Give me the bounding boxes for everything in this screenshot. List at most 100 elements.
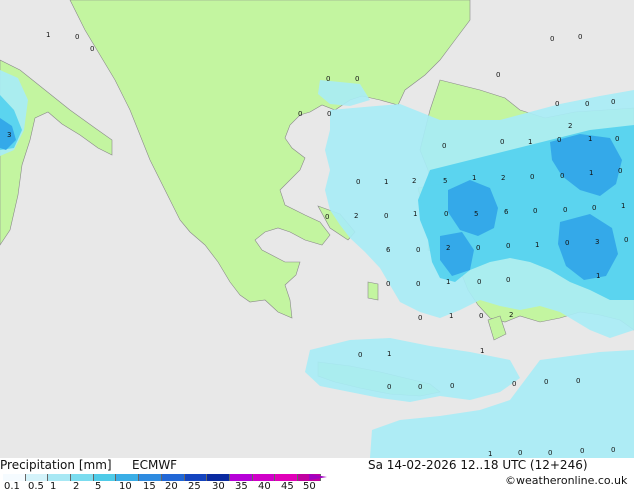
model-name: ECMWF <box>132 458 178 472</box>
legend-tick-label: 10 <box>119 481 132 492</box>
map-value-label: 0 <box>476 244 480 252</box>
forecast-datetime: Sa 14-02-2026 12..18 UTC (12+246) <box>368 458 588 472</box>
map-value-label: 1 <box>588 135 592 143</box>
map-value-label: 1 <box>387 350 391 358</box>
map-value-label: 1 <box>488 450 492 458</box>
map-value-label: 0 <box>500 138 504 146</box>
map-value-label: 0 <box>565 239 569 247</box>
map-value-label: 0 <box>442 142 446 150</box>
map-value-label: 5 <box>474 210 478 218</box>
legend-swatch <box>3 474 26 481</box>
map-value-label: 0 <box>512 380 516 388</box>
legend-swatch <box>207 474 230 481</box>
map-value-label: 0 <box>615 135 619 143</box>
map-value-label: 0 <box>326 75 330 83</box>
map-value-label: 0 <box>592 204 596 212</box>
legend-swatch <box>184 474 208 481</box>
legend-swatch <box>25 474 49 481</box>
map-value-label: 0 <box>611 446 615 454</box>
legend-swatch <box>116 474 140 481</box>
map-value-label: 0 <box>557 136 561 144</box>
map-value-label: 2 <box>509 311 513 319</box>
map-value-label: 3 <box>7 131 11 139</box>
map-value-label: 6 <box>504 208 509 216</box>
legend-swatch <box>229 474 253 481</box>
map-value-label: 0 <box>544 378 548 386</box>
legend-tick-label: 50 <box>303 481 316 492</box>
map-value-label: 0 <box>555 100 559 108</box>
legend-tick-label: 45 <box>281 481 294 492</box>
legend-swatch <box>161 474 185 481</box>
map-value-label: 0 <box>416 280 420 288</box>
map-value-label: 0 <box>611 98 615 106</box>
map-value-label: 0 <box>585 100 589 108</box>
map-value-label: 1 <box>596 272 600 280</box>
map-value-label: 0 <box>530 173 534 181</box>
legend-tick-label: 30 <box>212 481 225 492</box>
map-value-label: 1 <box>384 178 388 186</box>
legend-tick-label: 2 <box>73 481 80 492</box>
map-value-label: 0 <box>416 246 420 254</box>
map-value-label: 0 <box>418 314 422 322</box>
map-canvas: 1 0 0 0 0 0 0 0 0 3 0 0 0 0 0 0 1 0 1 0 … <box>0 0 634 458</box>
map-value-label: 0 <box>506 276 510 284</box>
map-value-label: 1 <box>528 138 532 146</box>
map-value-label: 0 <box>578 33 582 41</box>
map-value-label: 0 <box>477 278 481 286</box>
map-value-label: 0 <box>325 213 329 221</box>
map-value-label: 1 <box>413 210 417 218</box>
map-value-label: 0 <box>548 449 552 457</box>
map-value-label: 0 <box>355 75 359 83</box>
map-value-label: 0 <box>624 236 628 244</box>
map-value-label: 2 <box>412 177 416 185</box>
map-value-label: 0 <box>75 33 79 41</box>
map-value-label: 0 <box>560 172 564 180</box>
legend-arrow-icon <box>309 474 327 480</box>
map-value-label: 0 <box>518 449 522 457</box>
map-value-label: 0 <box>563 206 567 214</box>
legend-title: Precipitation [mm] <box>0 458 112 472</box>
map-value-label: 0 <box>386 280 390 288</box>
map-value-label: 0 <box>298 110 302 118</box>
legend-tick-label: 5 <box>95 481 102 492</box>
map-value-label: 0 <box>387 383 391 391</box>
map-value-label: 0 <box>384 212 388 220</box>
map-value-label: 6 <box>386 246 391 254</box>
map-value-label: 0 <box>618 167 622 175</box>
legend-tick-label: 0.1 <box>4 481 20 492</box>
map-value-label: 0 <box>506 242 510 250</box>
legend-colorbar <box>3 474 321 481</box>
map-value-label: 2 <box>446 244 450 252</box>
legend-swatch <box>139 474 162 481</box>
legend-tick-label: 15 <box>143 481 156 492</box>
legend-swatch <box>275 474 298 481</box>
legend-swatch <box>252 474 276 481</box>
precipitation-map: 1 0 0 0 0 0 0 0 0 3 0 0 0 0 0 0 1 0 1 0 … <box>0 0 634 458</box>
map-value-label: 1 <box>449 312 453 320</box>
map-value-label: 0 <box>580 447 584 455</box>
legend-swatch <box>48 474 72 481</box>
island-naxos <box>367 281 379 301</box>
map-value-label: 0 <box>358 351 362 359</box>
legend-swatch <box>93 474 117 481</box>
map-value-label: 1 <box>535 241 539 249</box>
map-value-label: 1 <box>446 278 450 286</box>
map-value-label: 0 <box>444 210 448 218</box>
legend-tick-label: 1 <box>50 481 57 492</box>
map-value-label: 0 <box>356 178 360 186</box>
map-value-label: 0 <box>327 110 331 118</box>
legend-swatch <box>71 474 94 481</box>
map-value-label: 0 <box>533 207 537 215</box>
map-value-label: 1 <box>589 169 593 177</box>
legend-tick-label: 0.5 <box>28 481 44 492</box>
credit-link[interactable]: ©weatheronline.co.uk <box>505 474 627 487</box>
map-value-label: 0 <box>576 377 580 385</box>
map-value-label: 2 <box>568 122 572 130</box>
map-value-label: 0 <box>90 45 94 53</box>
map-value-label: 0 <box>496 71 500 79</box>
map-value-label: 1 <box>480 347 484 355</box>
legend-tick-label: 40 <box>258 481 271 492</box>
map-value-label: 0 <box>450 382 454 390</box>
map-value-label: 3 <box>595 238 599 246</box>
map-value-label: 1 <box>621 202 625 210</box>
